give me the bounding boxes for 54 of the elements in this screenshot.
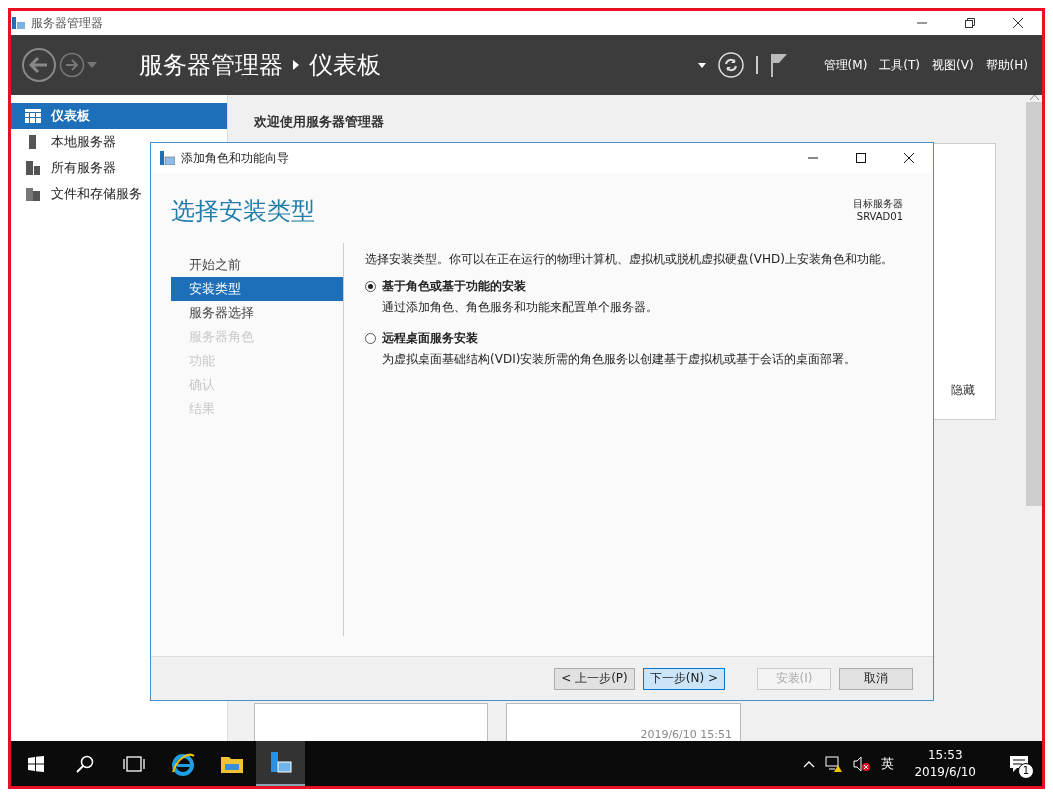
- option-title[interactable]: 远程桌面服务安装: [382, 330, 857, 347]
- menu-item[interactable]: 工具(T): [879, 56, 921, 74]
- back-button[interactable]: < 上一步(P): [554, 667, 635, 690]
- instruction-text: 选择安装类型。你可以在正在运行的物理计算机、虚拟机或脱机虚拟硬盘(VHD)上安装角色和功能。: [365, 251, 894, 268]
- next-button[interactable]: 下一步(N) >: [642, 667, 725, 690]
- target-server-name: SRVAD01: [856, 211, 903, 222]
- welcome-heading: 欢迎使用服务器管理器: [254, 113, 385, 131]
- close-icon[interactable]: [903, 152, 915, 164]
- page-title: 仪表板: [309, 50, 381, 81]
- flag-icon[interactable]: [769, 53, 788, 77]
- restore-icon[interactable]: [964, 17, 976, 29]
- breadcrumb-arrow-icon: [293, 60, 299, 70]
- separator-icon: [755, 56, 758, 74]
- menu-item[interactable]: 视图(V): [932, 56, 974, 74]
- task-view-icon[interactable]: [122, 755, 145, 772]
- window-title: 服务器管理器: [31, 14, 104, 32]
- app-icon: [11, 16, 25, 30]
- taskbar-button[interactable]: [256, 741, 305, 786]
- install-button: 安装(I): [757, 667, 831, 690]
- maximize-icon[interactable]: [855, 152, 867, 164]
- windows-logo-icon[interactable]: [27, 755, 44, 772]
- wizard-step[interactable]: 开始之前: [171, 253, 343, 277]
- clock[interactable]: 15:53 2019/6/10: [914, 746, 976, 781]
- search-icon[interactable]: [75, 754, 94, 773]
- option-title[interactable]: 基于角色或基于功能的安装: [382, 278, 658, 295]
- menu-item[interactable]: 帮助(H): [985, 56, 1028, 74]
- option-description: 通过添加角色、角色服务和功能来配置单个服务器。: [382, 299, 658, 316]
- speaker-muted-icon[interactable]: [853, 755, 872, 772]
- wizard-icon: [159, 151, 175, 165]
- notification-count: 1: [1018, 763, 1034, 779]
- wizard-step[interactable]: 服务器选择: [171, 301, 343, 325]
- breadcrumb-link[interactable]: 服务器管理器: [139, 49, 283, 81]
- radio-button[interactable]: [365, 333, 376, 344]
- network-warning-icon[interactable]: [825, 755, 844, 772]
- date: 2019/6/10: [914, 763, 976, 781]
- time: 15:53: [927, 746, 963, 764]
- option-description: 为虚拟桌面基础结构(VDI)安装所需的角色服务以创建基于虚拟机或基于会话的桌面部署。: [382, 351, 857, 368]
- browser-logo-icon[interactable]: [170, 751, 195, 776]
- refresh-icon[interactable]: [717, 52, 744, 78]
- radio-button[interactable]: [365, 281, 376, 292]
- cancel-button[interactable]: 取消: [839, 667, 913, 690]
- dialog-title: 添加角色和功能向导: [181, 149, 290, 167]
- page-heading: 选择安装类型: [171, 196, 315, 227]
- dropdown-caret-icon[interactable]: [697, 62, 706, 68]
- sidebar-item[interactable]: 仪表板: [11, 103, 227, 129]
- timestamp: 2019/6/10 15:51: [640, 728, 732, 741]
- wizard-step[interactable]: 安装类型: [171, 277, 343, 301]
- hide-link[interactable]: 隐藏: [951, 382, 975, 399]
- menu-item[interactable]: 管理(M): [823, 56, 868, 74]
- server-manager-icon[interactable]: [268, 750, 293, 775]
- close-icon[interactable]: [1012, 17, 1024, 29]
- input-method-indicator[interactable]: 英: [881, 754, 895, 773]
- chevron-up-icon[interactable]: [803, 759, 816, 768]
- target-server-label: 目标服务器: [853, 197, 903, 211]
